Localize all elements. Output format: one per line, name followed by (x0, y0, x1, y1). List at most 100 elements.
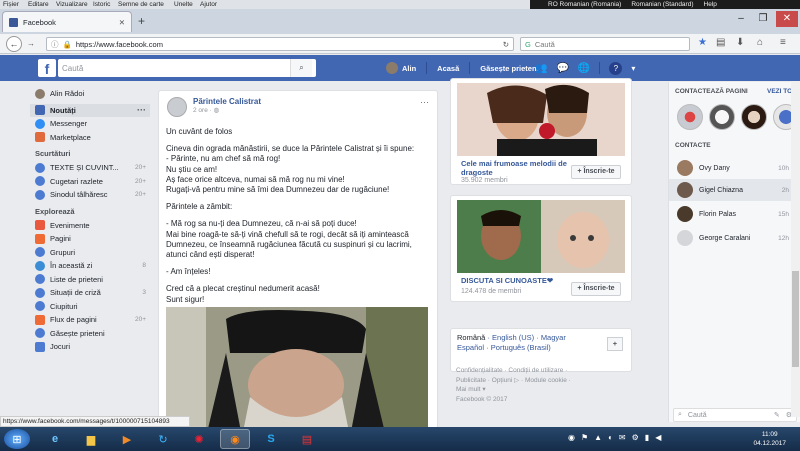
sidebar-item-find-friends[interactable]: Găsește prieteni (30, 327, 150, 341)
tray-icon[interactable]: ⚑ (581, 433, 588, 442)
scrollbar-thumb[interactable] (792, 271, 799, 367)
sidebar-item-pokes[interactable]: Ciupituri (30, 300, 150, 314)
sidebar-item-shortcut[interactable]: Sinodul tâlhăresc 20+ (30, 188, 150, 202)
compose-icon[interactable]: ✎ (774, 411, 780, 419)
messages-icon[interactable]: 💬 (556, 63, 568, 74)
help-link[interactable]: Help (704, 0, 717, 9)
contact-item[interactable]: Gigel Chiazna 2h (669, 179, 800, 201)
pdf-reader-icon[interactable]: ▤ (292, 429, 322, 449)
join-group-button[interactable]: + Înscrie-te (571, 165, 621, 179)
menu-edit[interactable]: Editare (28, 0, 49, 9)
home-link[interactable]: Acasă (437, 64, 459, 73)
footer-line[interactable]: Publicitate · Opțiuni ▷ · Module cookie … (456, 376, 626, 386)
search-icon[interactable]: ⌕ (290, 59, 312, 77)
taskbar-clock[interactable]: 11:09 04.12.2017 (753, 430, 786, 448)
keyboard-layout[interactable]: Romanian (Standard) (631, 0, 693, 9)
home-icon[interactable]: ⌂ (757, 37, 763, 48)
sidebar-item-pages[interactable]: Pagini (30, 232, 150, 246)
minimize-button[interactable]: – (730, 11, 752, 27)
start-button[interactable]: ⊞ (4, 429, 30, 449)
group-title[interactable]: DISCUTA SI CUNOASTE❤ (461, 276, 571, 285)
group-title[interactable]: Cele mai frumoase melodii de dragoste (461, 159, 571, 177)
language-option[interactable]: Português (Brasil) (491, 343, 551, 352)
facebook-logo[interactable]: f (38, 59, 56, 77)
ie-icon[interactable]: e (40, 429, 70, 449)
menu-view[interactable]: Vizualizare (56, 0, 88, 9)
chat-search-input[interactable]: ⌕ Caută ✎ ⚙ (673, 408, 797, 422)
quick-help-icon[interactable]: ? (609, 61, 623, 75)
tray-icon[interactable]: ▲ (594, 433, 602, 442)
sidebar-item-games[interactable]: Jocuri (30, 340, 150, 354)
antivirus-icon[interactable]: ✺ (184, 429, 214, 449)
sidebar-item-messenger[interactable]: Messenger (30, 117, 150, 131)
facebook-search-input[interactable]: Caută ⌕ (58, 59, 316, 77)
sidebar-item-news-feed[interactable]: Noutăți ··· (30, 103, 150, 117)
close-window-button[interactable]: ✕ (776, 11, 798, 27)
group-cover-image[interactable] (457, 83, 625, 156)
tray-icon[interactable]: ✉ (619, 433, 626, 442)
language-option[interactable]: English (US) (492, 333, 534, 342)
page-scrollbar[interactable] (791, 81, 800, 417)
friend-requests-icon[interactable]: 👥 (535, 63, 547, 74)
sync-icon[interactable]: ↻ (148, 429, 178, 449)
post-time[interactable]: 2 ore · (193, 107, 214, 114)
join-group-button[interactable]: + Înscrie-te (571, 282, 621, 296)
contact-item[interactable]: Ovy Dany 10h (669, 157, 800, 179)
sidebar-item-shortcut[interactable]: TEXTE ȘI CUVINT... 20+ (30, 161, 150, 175)
globe-privacy-icon[interactable]: ◍ (214, 107, 220, 114)
new-tab-button[interactable]: + (138, 14, 145, 28)
firefox-icon[interactable]: ◉ (220, 429, 250, 449)
author-avatar[interactable] (167, 97, 187, 117)
forward-icon[interactable]: → (27, 39, 35, 48)
library-icon[interactable]: ▤ (716, 37, 725, 48)
tab-facebook[interactable]: Facebook ✕ (2, 11, 132, 32)
menu-help[interactable]: Ajutor (200, 0, 217, 9)
reload-icon[interactable]: ↻ (503, 40, 509, 49)
close-tab-icon[interactable]: ✕ (119, 18, 125, 27)
network-icon[interactable]: ▮ (645, 433, 649, 442)
file-explorer-icon[interactable]: ▆ (76, 429, 106, 449)
back-button[interactable]: ← (6, 36, 22, 52)
tray-icon[interactable]: ⚙ (632, 433, 639, 442)
page-avatar[interactable] (677, 104, 703, 130)
profile-link[interactable]: Alin (386, 62, 416, 74)
language-option[interactable]: Español (457, 343, 484, 352)
media-player-icon[interactable]: ▶ (112, 429, 142, 449)
post-photo[interactable] (166, 307, 428, 429)
more-languages-button[interactable]: + (607, 337, 623, 351)
sidebar-item-on-this-day[interactable]: În această zi 8 (30, 259, 150, 273)
maximize-button[interactable]: ❐ (752, 11, 774, 27)
info-icon[interactable]: ⓘ (51, 39, 59, 50)
bookmark-star-icon[interactable]: ★ (698, 37, 707, 48)
sidebar-item-marketplace[interactable]: Marketplace (30, 131, 150, 145)
language-indicator[interactable]: RO Romanian (Romania) (548, 0, 621, 9)
contact-item[interactable]: George Caralani 12h (669, 227, 800, 249)
account-menu-icon[interactable]: ▾ (631, 64, 635, 73)
footer-line[interactable]: Mai mult ▾ (456, 385, 626, 395)
more-options-icon[interactable]: ··· (137, 105, 150, 115)
post-options-icon[interactable]: ··· (420, 97, 429, 107)
menu-tools[interactable]: Unelte (174, 0, 193, 9)
skype-icon[interactable]: S (256, 429, 286, 449)
menu-history[interactable]: Istoric (93, 0, 110, 9)
sidebar-profile[interactable]: Alin Rădoi (30, 87, 150, 101)
download-icon[interactable]: ⬇ (736, 37, 744, 48)
hamburger-menu-icon[interactable]: ≡ (780, 37, 786, 48)
sidebar-item-events[interactable]: Evenimente (30, 219, 150, 233)
tray-icon[interactable]: ◐ (608, 433, 613, 442)
find-friends-link[interactable]: Găsește prieteni (480, 64, 538, 73)
menu-bookmarks[interactable]: Semne de carte (118, 0, 164, 9)
sidebar-item-shortcut[interactable]: Cugetari razlete 20+ (30, 175, 150, 189)
page-avatar[interactable] (709, 104, 735, 130)
sidebar-item-friend-lists[interactable]: Liste de prieteni (30, 273, 150, 287)
volume-icon[interactable]: ◀ (655, 433, 661, 442)
sidebar-item-groups[interactable]: Grupuri (30, 246, 150, 260)
post-author[interactable]: Părintele Calistrat (193, 97, 261, 106)
menu-file[interactable]: Fișier (3, 0, 19, 9)
page-avatar[interactable] (741, 104, 767, 130)
url-bar[interactable]: ⓘ 🔒 https://www.facebook.com ↻ (46, 37, 514, 51)
sidebar-item-crisis-response[interactable]: Situații de criză 3 (30, 286, 150, 300)
browser-search-box[interactable]: G Caută (520, 37, 690, 51)
sidebar-item-pages-feed[interactable]: Flux de pagini 20+ (30, 313, 150, 327)
contact-item[interactable]: Florin Palas 15h (669, 203, 800, 225)
